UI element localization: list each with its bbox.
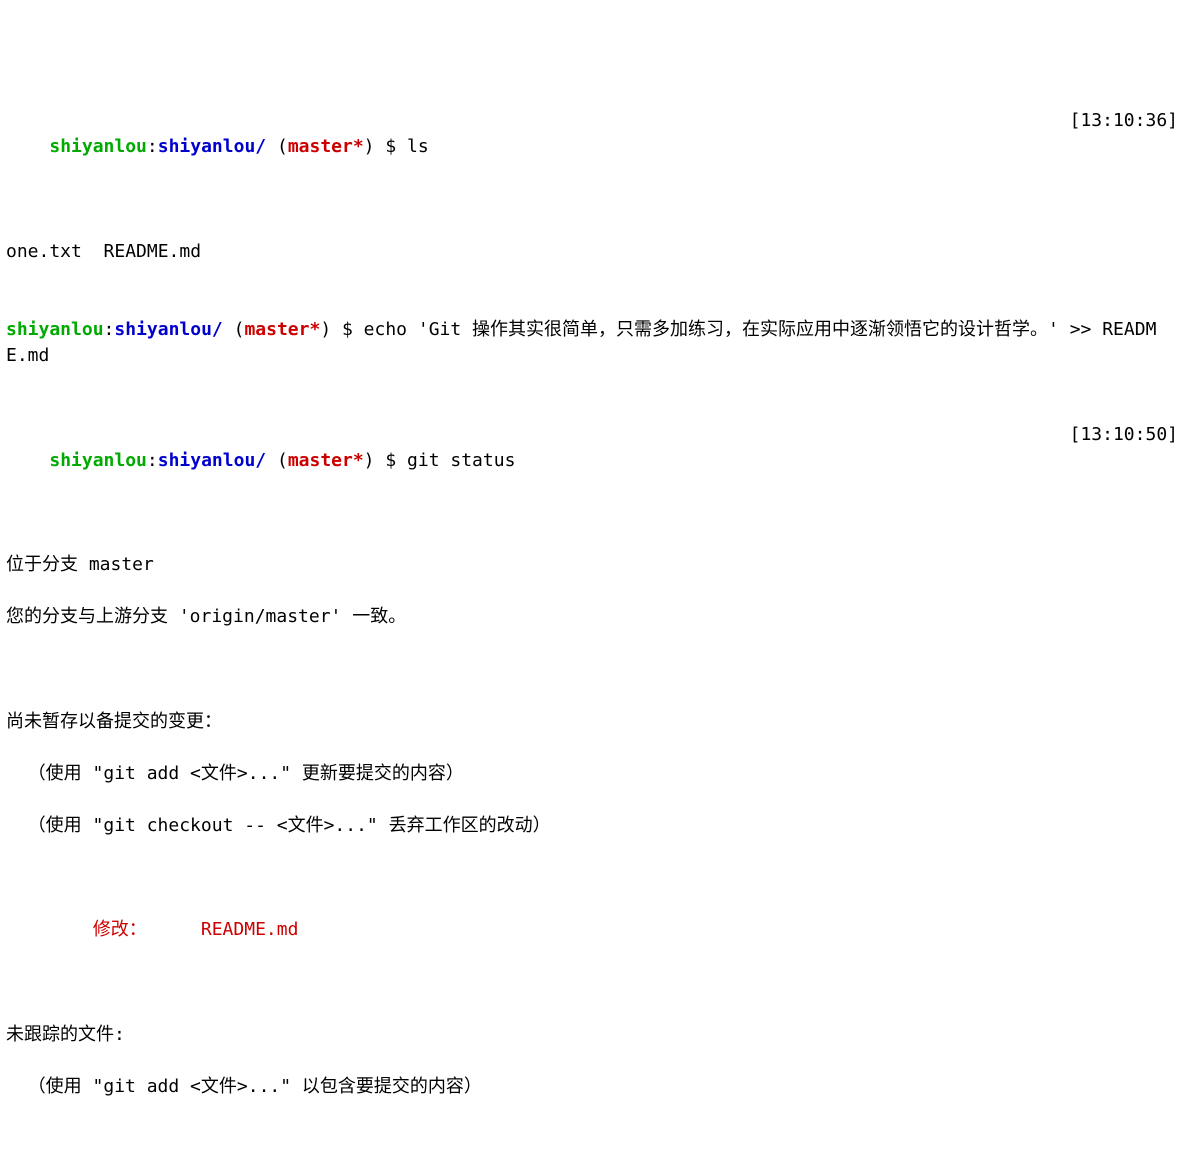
blank-line [6, 969, 1178, 995]
timestamp: [13:10:36] [1050, 108, 1178, 134]
output-modified: 修改： README.md [6, 917, 1178, 943]
prompt-user: shiyanlou [49, 136, 147, 157]
prompt-path: shiyanlou/ [114, 319, 222, 340]
output-line: （使用 "git checkout -- <文件>..." 丢弃工作区的改动） [6, 813, 1178, 839]
blank-line [6, 656, 1178, 682]
prompt-branch: master* [244, 319, 320, 340]
terminal-line-3: shiyanlou:shiyanlou/ (master*) $ echo 'G… [6, 317, 1178, 369]
output-line: 位于分支 master [6, 552, 1178, 578]
timestamp: [13:10:50] [1050, 422, 1178, 448]
terminal-line-5: shiyanlou:shiyanlou/ (master*) $ git sta… [6, 422, 1178, 500]
prompt-path: shiyanlou/ [158, 136, 266, 157]
terminal-line-1: shiyanlou:shiyanlou/ (master*) $ ls [13:… [6, 108, 1178, 186]
output-line: （使用 "git add <文件>..." 以包含要提交的内容） [6, 1074, 1178, 1100]
output-line: one.txt README.md [6, 239, 1178, 265]
command: git status [407, 450, 515, 471]
blank-line [6, 865, 1178, 891]
output-line: （使用 "git add <文件>..." 更新要提交的内容） [6, 761, 1178, 787]
prompt-branch: master* [288, 136, 364, 157]
prompt-user: shiyanlou [49, 450, 147, 471]
output-line: 您的分支与上游分支 'origin/master' 一致。 [6, 604, 1178, 630]
prompt-path: shiyanlou/ [158, 450, 266, 471]
output-line: 尚未暂存以备提交的变更： [6, 709, 1178, 735]
blank-line [6, 1126, 1178, 1150]
command: ls [407, 136, 429, 157]
output-line: 未跟踪的文件: [6, 1022, 1178, 1048]
prompt-user: shiyanlou [6, 319, 104, 340]
prompt-branch: master* [288, 450, 364, 471]
